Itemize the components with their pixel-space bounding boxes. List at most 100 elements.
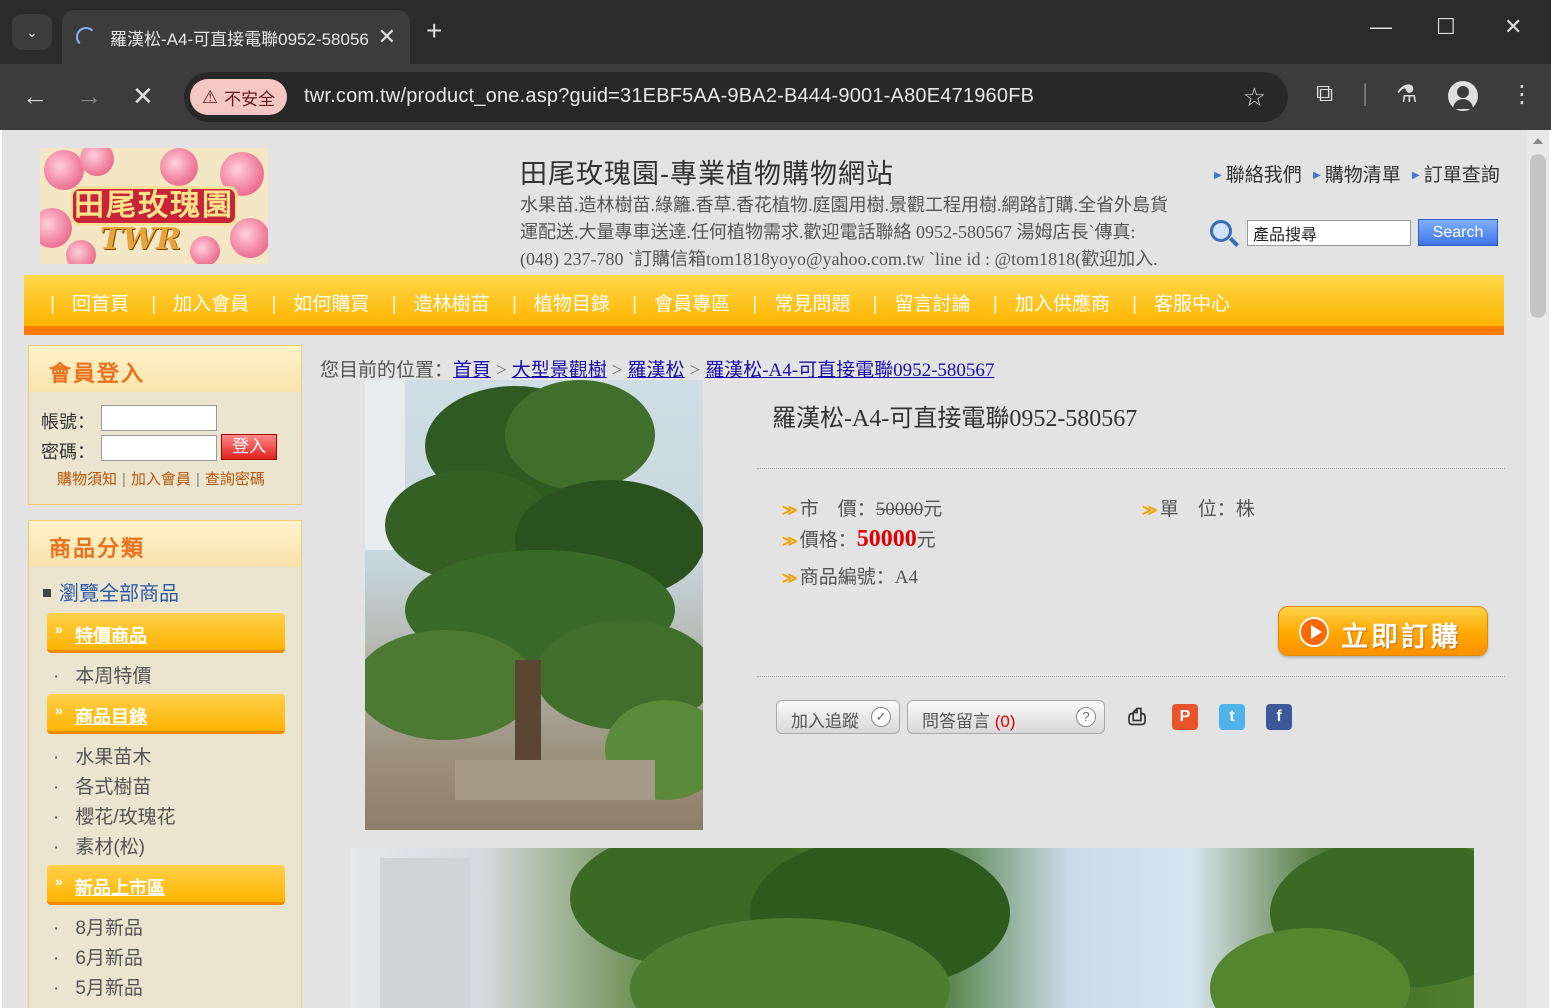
- back-arrow-icon[interactable]: ←: [22, 82, 48, 110]
- market-price: ≫ 市 價：50000元: [782, 499, 943, 520]
- category-item[interactable]: · 各式樹苗: [53, 772, 151, 799]
- loading-spinner-icon: [76, 27, 96, 47]
- double-chevron-icon: »: [55, 702, 63, 718]
- site-logo[interactable]: 田尾玫瑰園 TWR: [40, 148, 268, 264]
- profile-avatar-icon[interactable]: [1448, 81, 1478, 111]
- top-link-cart[interactable]: 購物清單: [1325, 165, 1401, 186]
- link-join-member[interactable]: 加入會員: [131, 471, 191, 488]
- category-item[interactable]: · 櫻花/玫瑰花: [53, 802, 176, 829]
- category-item[interactable]: · 6月新品: [53, 943, 143, 970]
- warning-triangle-icon: ⚠: [202, 86, 219, 107]
- top-link-contact[interactable]: 聯絡我們: [1226, 165, 1302, 186]
- tab-search-chevron-icon[interactable]: ⌄: [12, 14, 52, 50]
- category-group-sale[interactable]: » 特價商品: [47, 613, 285, 653]
- product-search-input[interactable]: [1247, 220, 1411, 246]
- new-tab-plus-icon[interactable]: +: [426, 16, 442, 46]
- breadcrumb-current[interactable]: 羅漢松-A4-可直接電聯0952-580567: [705, 360, 994, 381]
- extensions-puzzle-icon[interactable]: ⧉: [1316, 80, 1333, 108]
- browser-toolbar: ← → ✕ ⚠ 不安全 twr.com.tw/product_one.asp?g…: [0, 64, 1551, 130]
- question-icon: ?: [1076, 707, 1096, 727]
- bookmark-star-icon[interactable]: ☆: [1243, 82, 1266, 113]
- tab-close-icon[interactable]: ✕: [378, 24, 396, 50]
- logo-sub: TWR: [100, 222, 181, 257]
- category-item[interactable]: · 5月新品: [53, 973, 143, 1000]
- main-nav: | 回首頁 | 加入會員 | 如何購買 | 造林樹苗 | 植物目錄 | 會員專區 | 常見問題…: [24, 275, 1504, 335]
- nav-faq[interactable]: 常見問題: [774, 294, 850, 315]
- password-label: 密碼：: [41, 442, 95, 462]
- window-close-icon[interactable]: ✕: [1504, 14, 1522, 40]
- password-input[interactable]: [101, 435, 217, 461]
- security-chip[interactable]: ⚠ 不安全: [190, 79, 288, 115]
- url-text[interactable]: twr.com.tw/product_one.asp?guid=31EBF5AA…: [304, 85, 1034, 108]
- security-label: 不安全: [224, 89, 276, 109]
- address-bar[interactable]: ⚠ 不安全 twr.com.tw/product_one.asp?guid=31…: [184, 72, 1288, 122]
- page-scrollbar[interactable]: [1527, 130, 1549, 1008]
- nav-join[interactable]: 加入會員: [173, 294, 249, 315]
- breadcrumb-podocarpus[interactable]: 羅漢松: [627, 360, 684, 381]
- tab-title: 羅漢松-A4-可直接電聯0952-580567: [110, 29, 368, 49]
- nav-home[interactable]: 回首頁: [72, 294, 129, 315]
- category-item[interactable]: · 本周特價: [53, 661, 151, 688]
- labs-flask-icon[interactable]: ⚗: [1396, 80, 1418, 109]
- plurk-share-icon[interactable]: P: [1172, 704, 1198, 730]
- category-box: 商品分類 瀏覽全部商品 » 特價商品 · 本周特價 » 商品目錄 · 水果苗木 · 各式樹…: [28, 520, 302, 1008]
- search-magnifier-icon: [1210, 220, 1232, 242]
- product-sku: ≫ 商品編號：A4: [782, 567, 918, 588]
- maximize-icon[interactable]: ☐: [1436, 14, 1456, 40]
- category-group-catalog[interactable]: » 商品目錄: [47, 694, 285, 734]
- browser-tab-active[interactable]: 羅漢松-A4-可直接電聯0952-580567 ✕: [62, 10, 410, 64]
- forward-arrow-icon[interactable]: →: [76, 82, 102, 110]
- print-icon[interactable]: ⎙: [1124, 704, 1150, 730]
- nav-service[interactable]: 客服中心: [1154, 294, 1230, 315]
- nav-supplier[interactable]: 加入供應商: [1015, 294, 1110, 315]
- scroll-up-arrow-icon[interactable]: [1533, 138, 1543, 144]
- product-photo-large[interactable]: [350, 848, 1474, 1008]
- double-chevron-icon: »: [55, 873, 63, 889]
- nav-guestbook[interactable]: 留言討論: [895, 294, 971, 315]
- stop-loading-icon[interactable]: ✕: [132, 82, 154, 110]
- sale-price: ≫ 價格：50000元: [782, 526, 936, 552]
- top-links: ▶ 聯絡我們 ▶ 購物清單 ▶ 訂單查詢: [1208, 160, 1500, 187]
- unit: ≫ 單 位：株: [1142, 499, 1255, 520]
- search-button[interactable]: Search: [1418, 219, 1498, 246]
- menu-kebab-icon[interactable]: ⋮: [1510, 80, 1534, 109]
- double-chevron-icon: ≫: [782, 534, 798, 550]
- nav-howto[interactable]: 如何購買: [293, 294, 369, 315]
- facebook-share-icon[interactable]: f: [1266, 704, 1292, 730]
- product-photo[interactable]: [365, 380, 703, 830]
- double-chevron-icon: »: [55, 621, 63, 637]
- browser-tabstrip: ⌄ 羅漢松-A4-可直接電聯0952-580567 ✕ + — ☐ ✕: [0, 0, 1551, 64]
- play-icon: [1299, 617, 1329, 647]
- double-chevron-icon: ≫: [782, 503, 798, 519]
- category-item[interactable]: · 素材(松): [53, 832, 145, 859]
- login-button[interactable]: 登入: [221, 434, 277, 460]
- order-now-button[interactable]: 立即訂購: [1278, 606, 1488, 656]
- scrollbar-thumb[interactable]: [1530, 154, 1546, 318]
- account-input[interactable]: [101, 405, 217, 431]
- triangle-right-icon: ▶: [1214, 170, 1222, 181]
- nav-catalog[interactable]: 植物目錄: [534, 294, 610, 315]
- member-login-box: 會員登入 帳號： 密碼： 登入 購物須知 | 加入會員 | 查詢密碼: [28, 345, 302, 505]
- double-chevron-icon: ≫: [782, 571, 798, 587]
- triangle-right-icon: ▶: [1412, 170, 1420, 181]
- qa-message-button[interactable]: 問答留言 (0)?: [907, 700, 1105, 734]
- checkmark-icon: ✓: [871, 707, 891, 727]
- breadcrumb-landscape-trees[interactable]: 大型景觀樹: [512, 360, 607, 381]
- add-to-watchlist-button[interactable]: 加入追蹤 ✓: [776, 700, 900, 734]
- product-title: 羅漢松-A4-可直接電聯0952-580567: [772, 406, 1138, 432]
- link-shopping-notice[interactable]: 購物須知: [57, 471, 117, 488]
- category-item[interactable]: · 8月新品: [53, 913, 143, 940]
- nav-saplings[interactable]: 造林樹苗: [414, 294, 490, 315]
- category-item[interactable]: · 水果苗木: [53, 742, 151, 769]
- breadcrumb: 您目前的位置：首頁 > 大型景觀樹 > 羅漢松 > 羅漢松-A4-可直接電聯0952-580…: [320, 360, 995, 381]
- category-group-new[interactable]: » 新品上市區: [47, 865, 285, 905]
- top-link-order-query[interactable]: 訂單查詢: [1424, 165, 1500, 186]
- breadcrumb-home[interactable]: 首頁: [453, 360, 491, 381]
- minimize-icon[interactable]: —: [1370, 14, 1392, 40]
- nav-member[interactable]: 會員專區: [654, 294, 730, 315]
- divider: [757, 468, 1505, 469]
- browse-all-link[interactable]: 瀏覽全部商品: [43, 577, 179, 606]
- login-title: 會員登入: [29, 346, 301, 392]
- link-forgot-password[interactable]: 查詢密碼: [205, 471, 265, 488]
- twitter-share-icon[interactable]: t: [1219, 704, 1245, 730]
